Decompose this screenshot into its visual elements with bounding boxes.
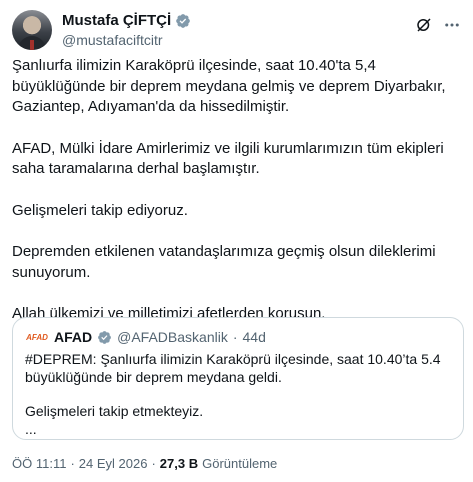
quoted-tweet-time[interactable]: 44d xyxy=(243,329,266,345)
tweet-text: Şanlıurfa ilimizin Karaköprü ilçesinde, … xyxy=(12,56,461,325)
author-avatar[interactable] xyxy=(12,10,52,50)
tweet-date[interactable]: 24 Eyl 2026 xyxy=(79,456,148,471)
author-handle[interactable]: @mustafaciftcitr xyxy=(62,32,163,48)
svg-text:AFAD: AFAD xyxy=(26,333,48,342)
tweet-header: Mustafa ÇİFTÇİ @mustafaciftcitr xyxy=(12,10,461,50)
avatar-tie xyxy=(30,40,34,50)
more-icon[interactable] xyxy=(443,16,461,34)
views-count: 27,3 B xyxy=(159,456,199,471)
tweet-paragraph: AFAD, Mülki İdare Amirlerimiz ve ilgili … xyxy=(12,139,444,178)
quoted-author-handle[interactable]: @AFADBaskanlik xyxy=(117,329,228,345)
quoted-author-name[interactable]: AFAD xyxy=(54,329,92,345)
grok-icon[interactable] xyxy=(415,16,433,34)
verified-badge-icon xyxy=(98,330,112,344)
verified-badge-icon xyxy=(176,13,191,28)
tweet-paragraph: Depremden etkilenen vatandaşlarımıza geç… xyxy=(12,243,436,281)
tweet-meta: ÖÖ 11:11 · 24 Eyl 2026 · 27,3 B Görüntül… xyxy=(12,456,277,471)
separator-dot: · xyxy=(151,456,156,471)
tweet-paragraph: Şanlıurfa ilimizin Karaköprü ilçesinde, … xyxy=(12,57,446,115)
views-label: Görüntüleme xyxy=(202,456,278,471)
author-name[interactable]: Mustafa ÇİFTÇİ xyxy=(62,12,171,29)
tweet-paragraph: Gelişmeleri takip ediyoruz. xyxy=(12,201,188,219)
quoted-text-ellipsis: ... xyxy=(25,420,37,437)
quoted-tweet-text: #DEPREM: Şanlıurfa ilimizin Karaköprü il… xyxy=(25,351,450,438)
separator-dot: · xyxy=(232,329,238,345)
author-name-row[interactable]: Mustafa ÇİFTÇİ xyxy=(62,12,191,29)
quoted-tweet-header: AFAD AFAD @AFADBaskanlik · 44d xyxy=(25,329,266,345)
quoted-tweet[interactable]: AFAD AFAD @AFADBaskanlik · 44d #DEPREM: … xyxy=(12,317,464,440)
afad-logo[interactable]: AFAD xyxy=(25,330,49,344)
quoted-text-line: #DEPREM: Şanlıurfa ilimizin Karaköprü il… xyxy=(25,351,441,385)
quoted-text-line: Gelişmeleri takip etmekteyiz. xyxy=(25,403,204,419)
separator-dot: · xyxy=(70,456,75,471)
tweet-time[interactable]: ÖÖ 11:11 xyxy=(12,456,66,471)
afad-logo-graphic: AFAD xyxy=(26,332,48,342)
